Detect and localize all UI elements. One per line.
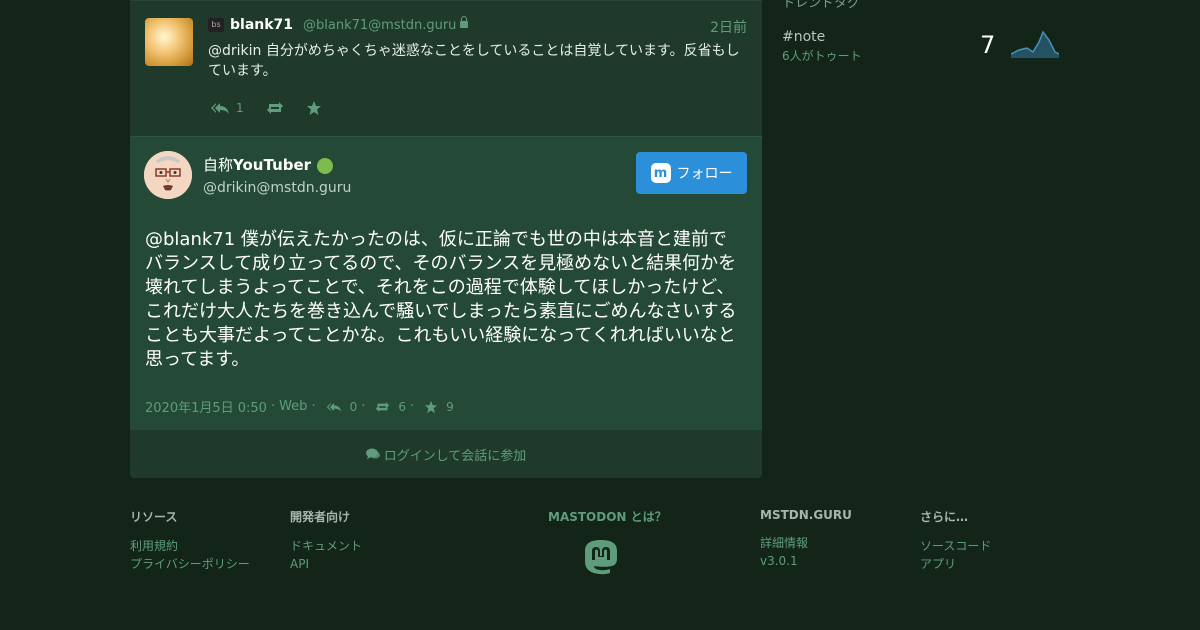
footer-instance: MSTDN.GURU 詳細情報 v3.0.1: [760, 508, 852, 570]
reply-all-icon: [211, 103, 229, 114]
footer-more: さらに… ソースコード アプリ: [920, 508, 991, 573]
lock-icon: [460, 16, 469, 28]
display-name-bold: YouTuber: [233, 156, 312, 174]
favourite-button[interactable]: [306, 100, 322, 116]
follow-label: フォロー: [676, 166, 733, 182]
footer-link-terms[interactable]: 利用規約: [130, 537, 250, 555]
retweet-icon: [266, 102, 283, 114]
status-actions: 1: [210, 97, 344, 119]
avatar[interactable]: [144, 151, 192, 199]
display-name[interactable]: 自称YouTuber: [203, 154, 334, 175]
trend-tag-link[interactable]: #note: [782, 29, 825, 45]
status-datetime[interactable]: 2020年1月5日 0:50: [145, 397, 267, 416]
footer-heading: リソース: [130, 510, 178, 524]
reply-count: 0: [349, 399, 358, 414]
footer-resources: リソース 利用規約 プライバシーポリシー: [130, 508, 250, 573]
status-content: @drikin 自分がめちゃくちゃ迷惑なことをしていることは自覚しています。反省…: [208, 43, 740, 79]
follow-button[interactable]: m フォロー: [636, 152, 747, 194]
display-name-prefix: 自称: [203, 156, 234, 174]
status-app: Web: [279, 399, 308, 414]
status-previous[interactable]: bs blank71 @blank71@mstdn.guru 2日前 @drikin…: [130, 0, 762, 136]
trend-sparkline: [1011, 30, 1059, 58]
footer-link-version[interactable]: v3.0.1: [760, 552, 852, 570]
boost-button[interactable]: [266, 101, 284, 115]
retweet-icon: [376, 401, 390, 412]
separator: ·: [361, 399, 366, 414]
footer-link-docs[interactable]: ドキュメント: [290, 537, 362, 555]
relative-time[interactable]: 2日前: [710, 17, 747, 37]
mastodon-icon: m: [650, 163, 671, 183]
footer-heading: 開発者向け: [290, 510, 351, 524]
footer-link-api[interactable]: API: [290, 555, 362, 573]
reply-button[interactable]: 1: [210, 101, 244, 115]
login-label: ログインして会話に参加: [383, 448, 527, 464]
footer-heading: MSTDN.GURU: [760, 508, 852, 522]
trend-count: 7: [980, 31, 996, 59]
account-handle[interactable]: @drikin@mstdn.guru: [203, 180, 351, 196]
custom-emoji-icon: [317, 157, 334, 174]
footer-link-about[interactable]: 詳細情報: [760, 534, 852, 552]
separator: ·: [410, 399, 415, 414]
footer-link-source[interactable]: ソースコード: [920, 537, 991, 555]
footer-mastodon: MASTODON とは？: [548, 508, 667, 580]
comments-icon: [365, 448, 380, 459]
boost-count: 6: [398, 399, 406, 414]
reply-all-icon: [326, 402, 341, 412]
footer-heading: さらに…: [920, 510, 969, 524]
login-to-join-link[interactable]: ログインして会話に参加: [130, 430, 762, 478]
reply-count: 1: [236, 101, 244, 115]
star-icon: [425, 400, 438, 413]
footer-heading: MASTODON とは？: [548, 510, 667, 524]
bs-icon: bs: [208, 18, 224, 32]
favourite-count: 9: [446, 399, 454, 414]
status-meta: 2020年1月5日 0:50 · Web · 0 · 6 · 9: [145, 397, 454, 416]
footer-link-privacy[interactable]: プライバシーポリシー: [130, 555, 250, 573]
star-icon: [306, 101, 321, 115]
separator: ·: [270, 399, 276, 414]
status-content: @blank71 僕が伝えたかったのは、仮に正論でも世の中は本音と建前でバランス…: [145, 229, 737, 370]
avatar[interactable]: [145, 18, 193, 66]
trend-usage: 6人がトゥート: [782, 49, 862, 63]
account-handle[interactable]: @blank71@mstdn.guru: [303, 18, 456, 33]
mastodon-logo-icon[interactable]: [583, 539, 619, 577]
display-name[interactable]: blank71: [230, 17, 293, 33]
status-detailed: 自称YouTuber @drikin@mstdn.guru m フォロー @bl…: [130, 136, 762, 430]
separator: ·: [311, 399, 316, 414]
status-header: bs blank71 @blank71@mstdn.guru 2日前: [208, 16, 747, 37]
footer-link-apps[interactable]: アプリ: [920, 555, 991, 573]
trends-header: トレンドタグ: [782, 0, 861, 11]
avatar-face-icon: [144, 151, 192, 199]
footer-developers: 開発者向け ドキュメント API: [290, 508, 362, 573]
